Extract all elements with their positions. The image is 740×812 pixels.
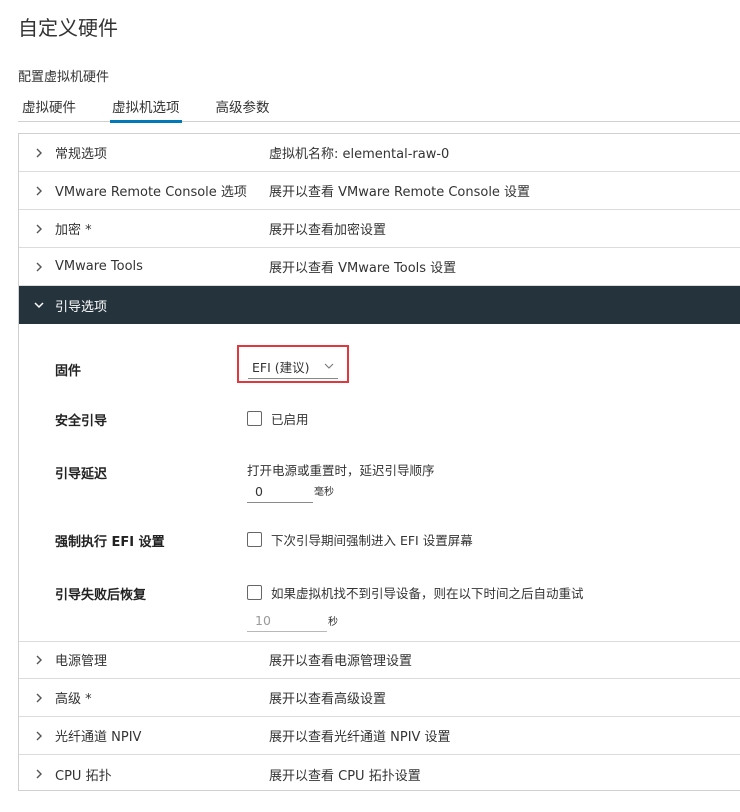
secure-boot-checkbox-text: 已启用 — [271, 412, 309, 427]
force-efi-checkbox-text: 下次引导期间强制进入 EFI 设置屏幕 — [271, 533, 473, 548]
force-efi-label: 强制执行 EFI 设置 — [55, 535, 165, 550]
page-title: 自定义硬件 — [18, 16, 118, 40]
section-boot-options[interactable]: 引导选项 — [19, 286, 740, 324]
chevron-right-icon — [36, 655, 42, 665]
tab-virtual-hardware[interactable]: 虚拟硬件 — [20, 94, 78, 122]
section-label: 光纤通道 NPIV — [55, 730, 142, 745]
section-label: 加密 * — [55, 223, 92, 238]
secure-boot-checkbox[interactable] — [247, 411, 262, 426]
section-general-options[interactable]: 常规选项 虚拟机名称: elemental-raw-0 — [19, 134, 740, 172]
vm-options-panel: 常规选项 虚拟机名称: elemental-raw-0 VMware Remot… — [18, 133, 740, 791]
tab-bar: 虚拟硬件 虚拟机选项 高级参数 — [18, 94, 740, 123]
chevron-right-icon — [36, 262, 42, 272]
subtitle: 配置虚拟机硬件 — [18, 70, 110, 85]
boot-delay-label: 引导延迟 — [55, 467, 108, 482]
section-label: VMware Remote Console 选项 — [55, 185, 247, 200]
firmware-highlight: EFI (建议) — [237, 345, 349, 383]
chevron-right-icon — [36, 693, 42, 703]
secure-boot-label: 安全引导 — [55, 414, 108, 429]
section-fibre-channel-npiv[interactable]: 光纤通道 NPIV 展开以查看光纤通道 NPIV 设置 — [19, 717, 740, 755]
section-vmrc-options[interactable]: VMware Remote Console 选项 展开以查看 VMware Re… — [19, 172, 740, 210]
chevron-right-icon — [36, 224, 42, 234]
section-power-management[interactable]: 电源管理 展开以查看电源管理设置 — [19, 641, 740, 679]
section-label: CPU 拓扑 — [55, 768, 112, 784]
chevron-right-icon — [36, 731, 42, 741]
failed-recovery-unit: 秒 — [328, 617, 338, 628]
chevron-down-icon — [34, 302, 44, 309]
boot-delay-input[interactable] — [247, 481, 313, 503]
failed-recovery-checkbox[interactable] — [247, 585, 262, 600]
section-value: 展开以查看 VMware Tools 设置 — [269, 261, 457, 276]
force-efi-checkbox[interactable] — [247, 532, 262, 547]
firmware-select[interactable]: EFI (建议) — [248, 357, 338, 379]
section-label: 引导选项 — [55, 299, 108, 315]
boot-delay-description: 打开电源或重置时，延迟引导顺序 — [247, 463, 435, 478]
tab-advanced-parameters[interactable]: 高级参数 — [214, 94, 272, 122]
failed-recovery-input[interactable] — [247, 610, 327, 632]
chevron-right-icon — [36, 148, 42, 158]
section-label: 高级 * — [55, 692, 92, 707]
section-value: 展开以查看加密设置 — [269, 223, 387, 238]
failed-recovery-checkbox-text: 如果虚拟机找不到引导设备，则在以下时间之后自动重试 — [271, 586, 584, 601]
firmware-selected-value: EFI (建议) — [252, 360, 310, 375]
section-cpu-topology[interactable]: CPU 拓扑 展开以查看 CPU 拓扑设置 — [19, 755, 740, 793]
chevron-down-icon — [324, 363, 334, 369]
section-value: 展开以查看电源管理设置 — [269, 654, 413, 669]
firmware-label: 固件 — [55, 364, 82, 379]
section-value: 展开以查看高级设置 — [269, 692, 387, 707]
chevron-right-icon — [36, 769, 42, 779]
boot-delay-unit: 毫秒 — [314, 487, 334, 498]
section-advanced[interactable]: 高级 * 展开以查看高级设置 — [19, 679, 740, 717]
section-value: 展开以查看 CPU 拓扑设置 — [269, 768, 421, 784]
section-value: 展开以查看 VMware Remote Console 设置 — [269, 185, 531, 200]
tab-vm-options[interactable]: 虚拟机选项 — [110, 94, 182, 123]
section-value: 虚拟机名称: elemental-raw-0 — [269, 147, 450, 162]
section-label: VMware Tools — [55, 259, 143, 274]
section-label: 电源管理 — [55, 654, 108, 669]
section-value: 展开以查看光纤通道 NPIV 设置 — [269, 730, 451, 745]
chevron-right-icon — [36, 186, 42, 196]
section-encryption[interactable]: 加密 * 展开以查看加密设置 — [19, 210, 740, 248]
section-label: 常规选项 — [55, 147, 108, 162]
section-vmware-tools[interactable]: VMware Tools 展开以查看 VMware Tools 设置 — [19, 248, 740, 286]
boot-options-body: 固件 EFI (建议) 安全引导 已启用 引导延迟 打开电源或重置时，延迟引导顺… — [19, 324, 740, 642]
failed-recovery-label: 引导失败后恢复 — [55, 588, 147, 603]
